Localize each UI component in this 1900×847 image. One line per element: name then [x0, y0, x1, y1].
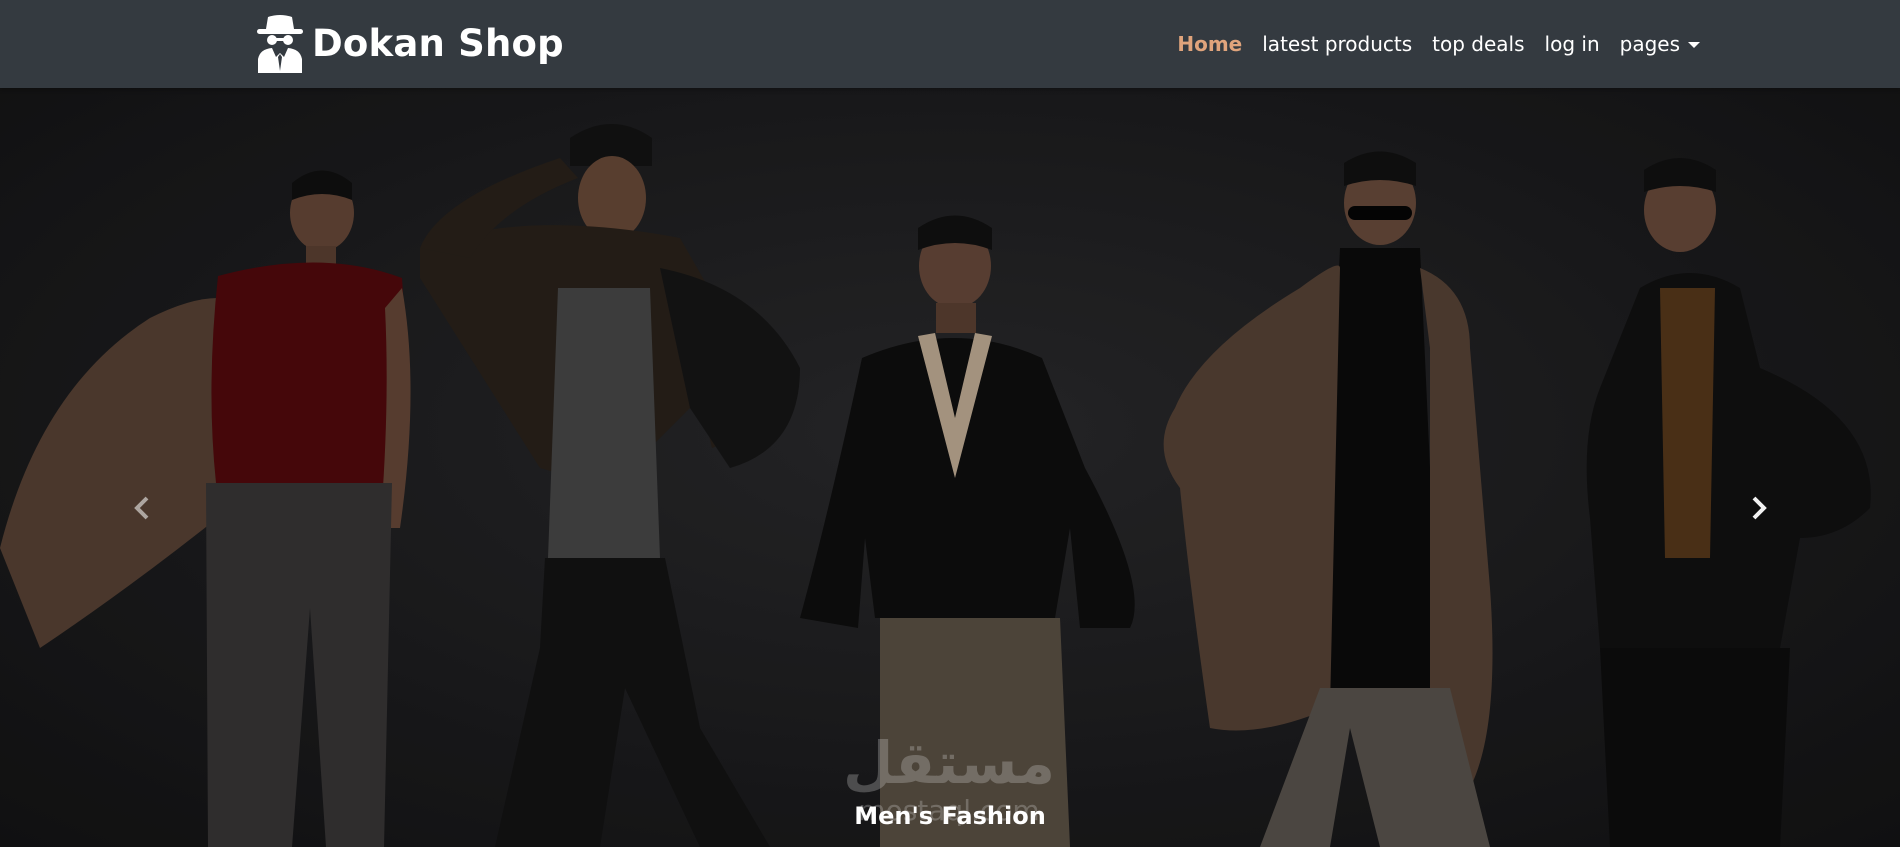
caret-down-icon [1688, 42, 1700, 48]
nav-link-log-in-label: log in [1544, 32, 1600, 56]
watermark-arabic: مستقل [842, 729, 1056, 797]
incognito-spy-icon [257, 15, 303, 73]
navbar: Dokan Shop Home latest products top deal… [0, 0, 1900, 88]
brand-logo-link[interactable]: Dokan Shop [254, 10, 564, 76]
hero-carousel: مستقل mostaql.com Men's Fashion [0, 88, 1900, 847]
nav-link-home[interactable]: Home [1167, 32, 1252, 56]
nav-link-latest-products[interactable]: latest products [1252, 32, 1422, 56]
carousel-next-button[interactable] [1728, 478, 1788, 538]
chevron-right-icon [1752, 496, 1767, 520]
nav-links: Home latest products top deals log in pa… [1167, 0, 1710, 88]
brand-name: Dokan Shop [312, 21, 564, 65]
nav-link-top-deals[interactable]: top deals [1422, 32, 1534, 56]
chevron-left-icon [134, 496, 149, 520]
slide-caption: Men's Fashion [854, 802, 1046, 830]
nav-dropdown-pages-label: pages [1619, 32, 1680, 56]
carousel-prev-button[interactable] [113, 478, 173, 538]
nav-link-top-deals-label: top deals [1432, 32, 1525, 56]
nav-link-latest-products-label: latest products [1262, 32, 1413, 56]
nav-link-home-label: Home [1177, 32, 1243, 56]
nav-link-log-in[interactable]: log in [1535, 32, 1610, 56]
nav-dropdown-pages[interactable]: pages [1610, 32, 1710, 56]
